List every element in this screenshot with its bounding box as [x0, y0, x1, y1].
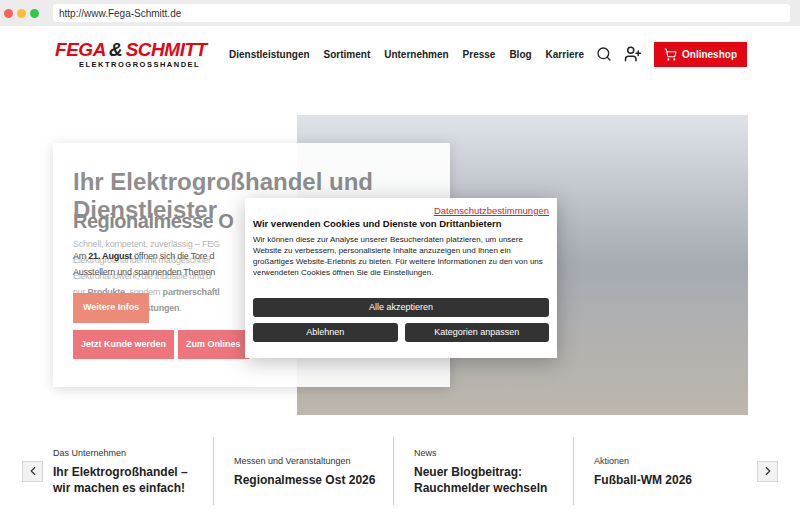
privacy-link[interactable]: Datenschutzbestimmungen	[434, 205, 549, 217]
accept-all-button[interactable]: Alle akzeptieren	[253, 298, 549, 317]
slide-title: Regionalmesse O	[73, 207, 233, 235]
nav-item[interactable]: Karriere	[546, 47, 584, 62]
reject-button[interactable]: Ablehnen	[253, 323, 398, 342]
nav-item[interactable]: Unternehmen	[384, 47, 448, 62]
search-icon[interactable]	[596, 46, 612, 62]
hero-button[interactable]: Jetzt Kunde werden	[73, 330, 174, 359]
teaser-item[interactable]: AktionenFußball-WM 2026	[573, 437, 757, 505]
main-nav: Dienstleistungen Sortiment Unternehmen Pres…	[229, 47, 584, 62]
slide-text: Am 21. August öffnen sich die Tore dAuss…	[73, 248, 233, 280]
nav-item[interactable]: Dienstleistungen	[229, 47, 310, 62]
next-button[interactable]	[757, 461, 778, 482]
teaser-item[interactable]: Das UnternehmenIhr Elektrogroßhandel – w…	[53, 437, 213, 505]
cart-icon	[664, 48, 677, 61]
site-header: FEGA&SCHMITTELEKTROGROSSHANDEL Dienstleis…	[0, 26, 800, 82]
hero-slide-front: Regionalmesse O Am 21. August öffnen sich…	[73, 207, 233, 323]
user-plus-icon[interactable]	[624, 45, 642, 63]
close-dot[interactable]	[4, 9, 13, 18]
teaser-strip: Das UnternehmenIhr Elektrogroßhandel – w…	[0, 437, 800, 505]
nav-item[interactable]: Sortiment	[324, 47, 371, 62]
minimize-dot[interactable]	[17, 9, 26, 18]
logo[interactable]: FEGA&SCHMITTELEKTROGROSSHANDEL	[55, 40, 215, 69]
cookie-dialog: DatenschutzbestimmungenWir verwenden Coo…	[245, 198, 557, 358]
teaser-item[interactable]: NewsNeuer Blogbeitrag: Rauchmelder wechs…	[393, 437, 573, 505]
chevron-left-icon	[26, 464, 40, 478]
nav-item[interactable]: Blog	[509, 47, 531, 62]
cookie-text: Wir können diese zur Analyse unserer Bes…	[253, 234, 549, 278]
teaser-item[interactable]: Messen und VeranstaltungenRegionalmesse …	[213, 437, 393, 505]
prev-button[interactable]	[22, 461, 43, 482]
cookie-title: Wir verwenden Cookies und Dienste von Dr…	[253, 218, 549, 230]
text-line: Ausstellern und spannenden Themen	[73, 264, 233, 280]
maximize-dot[interactable]	[30, 9, 39, 18]
chevron-right-icon	[761, 464, 775, 478]
text-line: Am 21. August öffnen sich die Tore d	[73, 248, 233, 264]
onlineshop-button[interactable]: Onlineshop	[654, 42, 747, 67]
browser-window: http://www.Fega-Schmitt.de FEGA&SCHMITTEL…	[0, 0, 800, 528]
customize-button[interactable]: Kategorien anpassen	[405, 323, 550, 342]
url-field[interactable]: http://www.Fega-Schmitt.de	[53, 4, 790, 22]
nav-item[interactable]: Presse	[463, 47, 496, 62]
browser-toolbar: http://www.Fega-Schmitt.de	[0, 0, 800, 26]
hero-button[interactable]: Zum Onlines	[178, 330, 249, 359]
more-info-button[interactable]: Weitere Infos	[73, 293, 149, 323]
